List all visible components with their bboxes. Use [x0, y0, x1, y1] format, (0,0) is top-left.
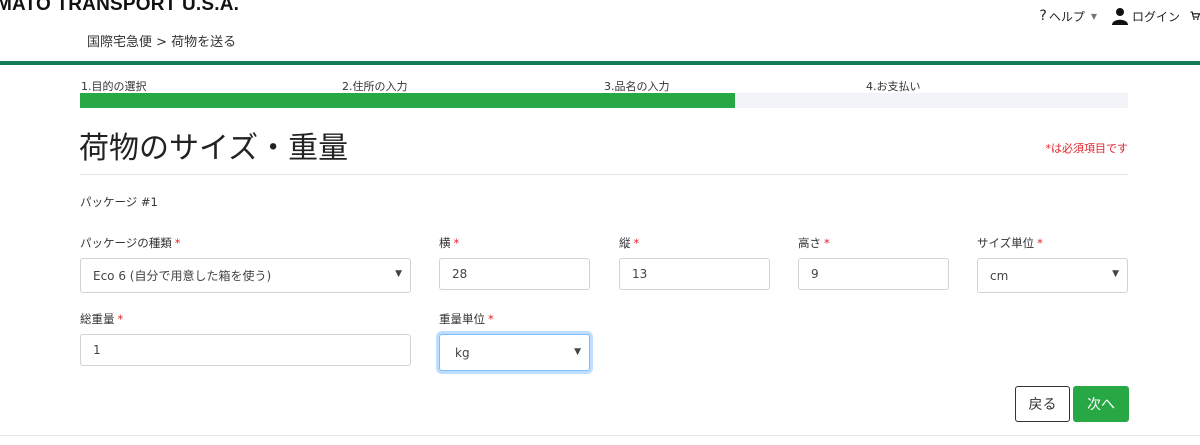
weight-unit-select[interactable]: kg ▼ — [439, 334, 590, 371]
package-heading: パッケージ #1 — [80, 195, 158, 209]
step-indicator: 1.目的の選択 2.住所の入力 3.品名の入力 4.お支払い — [80, 78, 1128, 93]
brand-logo-text: MATO TRANSPORT U.S.A. — [0, 0, 240, 15]
height-input[interactable]: 9 — [798, 258, 949, 290]
step-1-label: 1.目的の選択 — [81, 80, 147, 93]
length-label: 縦 * — [619, 236, 640, 250]
height-label: 高さ * — [798, 236, 830, 250]
required-mark: * — [117, 312, 124, 326]
question-icon: ? — [1039, 8, 1047, 24]
required-mark: * — [174, 236, 181, 250]
help-menu[interactable]: ? ヘルプ ▼ — [1039, 8, 1097, 25]
back-button[interactable]: 戻る — [1015, 386, 1070, 422]
required-mark: * — [488, 312, 494, 326]
page-title: 荷物のサイズ・重量 — [79, 131, 349, 166]
required-mark: * — [453, 236, 460, 250]
next-button[interactable]: 次へ — [1073, 386, 1129, 422]
required-note: *は必須項目です — [1045, 142, 1129, 155]
login-label: ログイン — [1131, 9, 1180, 24]
step-4-label: 4.お支払い — [866, 80, 921, 93]
total-weight-input[interactable]: 1 — [80, 334, 411, 366]
width-label: 横 * — [439, 236, 460, 250]
dropdown-arrow-icon: ▼ — [574, 347, 581, 357]
top-nav: ? ヘルプ ▼ ログイン — [1039, 6, 1200, 26]
login-link[interactable]: ログイン — [1111, 7, 1180, 25]
footer-divider — [0, 435, 1200, 436]
width-input[interactable]: 28 — [439, 258, 590, 290]
help-label: ヘルプ — [1048, 9, 1085, 24]
length-input[interactable]: 13 — [619, 258, 770, 290]
weight-unit-label: 重量単位 * — [439, 312, 494, 326]
package-type-label: パッケージの種類 * — [80, 236, 181, 250]
package-type-select[interactable]: Eco 6 (自分で用意した箱を使う) ▼ — [80, 258, 411, 293]
cart-link[interactable] — [1190, 8, 1200, 24]
caret-down-icon: ▼ — [1090, 11, 1097, 21]
dropdown-arrow-icon: ▼ — [395, 269, 402, 279]
step-2-label: 2.住所の入力 — [342, 80, 408, 93]
dropdown-arrow-icon: ▼ — [1112, 269, 1119, 279]
size-unit-label: サイズ単位 * — [977, 236, 1043, 250]
required-mark: * — [633, 236, 640, 250]
size-unit-select[interactable]: cm ▼ — [977, 258, 1128, 293]
section-divider — [80, 174, 1128, 175]
breadcrumb: 国際宅急便 > 荷物を送る — [87, 35, 237, 50]
progress-fill — [80, 93, 735, 108]
step-3-label: 3.品名の入力 — [604, 80, 670, 93]
user-icon — [1111, 8, 1128, 25]
cart-icon — [1190, 11, 1200, 20]
header-divider — [0, 61, 1200, 65]
required-mark: * — [824, 236, 830, 250]
required-mark: * — [1037, 236, 1043, 250]
total-weight-label: 総重量 * — [80, 312, 124, 326]
progress-bar — [80, 93, 1128, 108]
